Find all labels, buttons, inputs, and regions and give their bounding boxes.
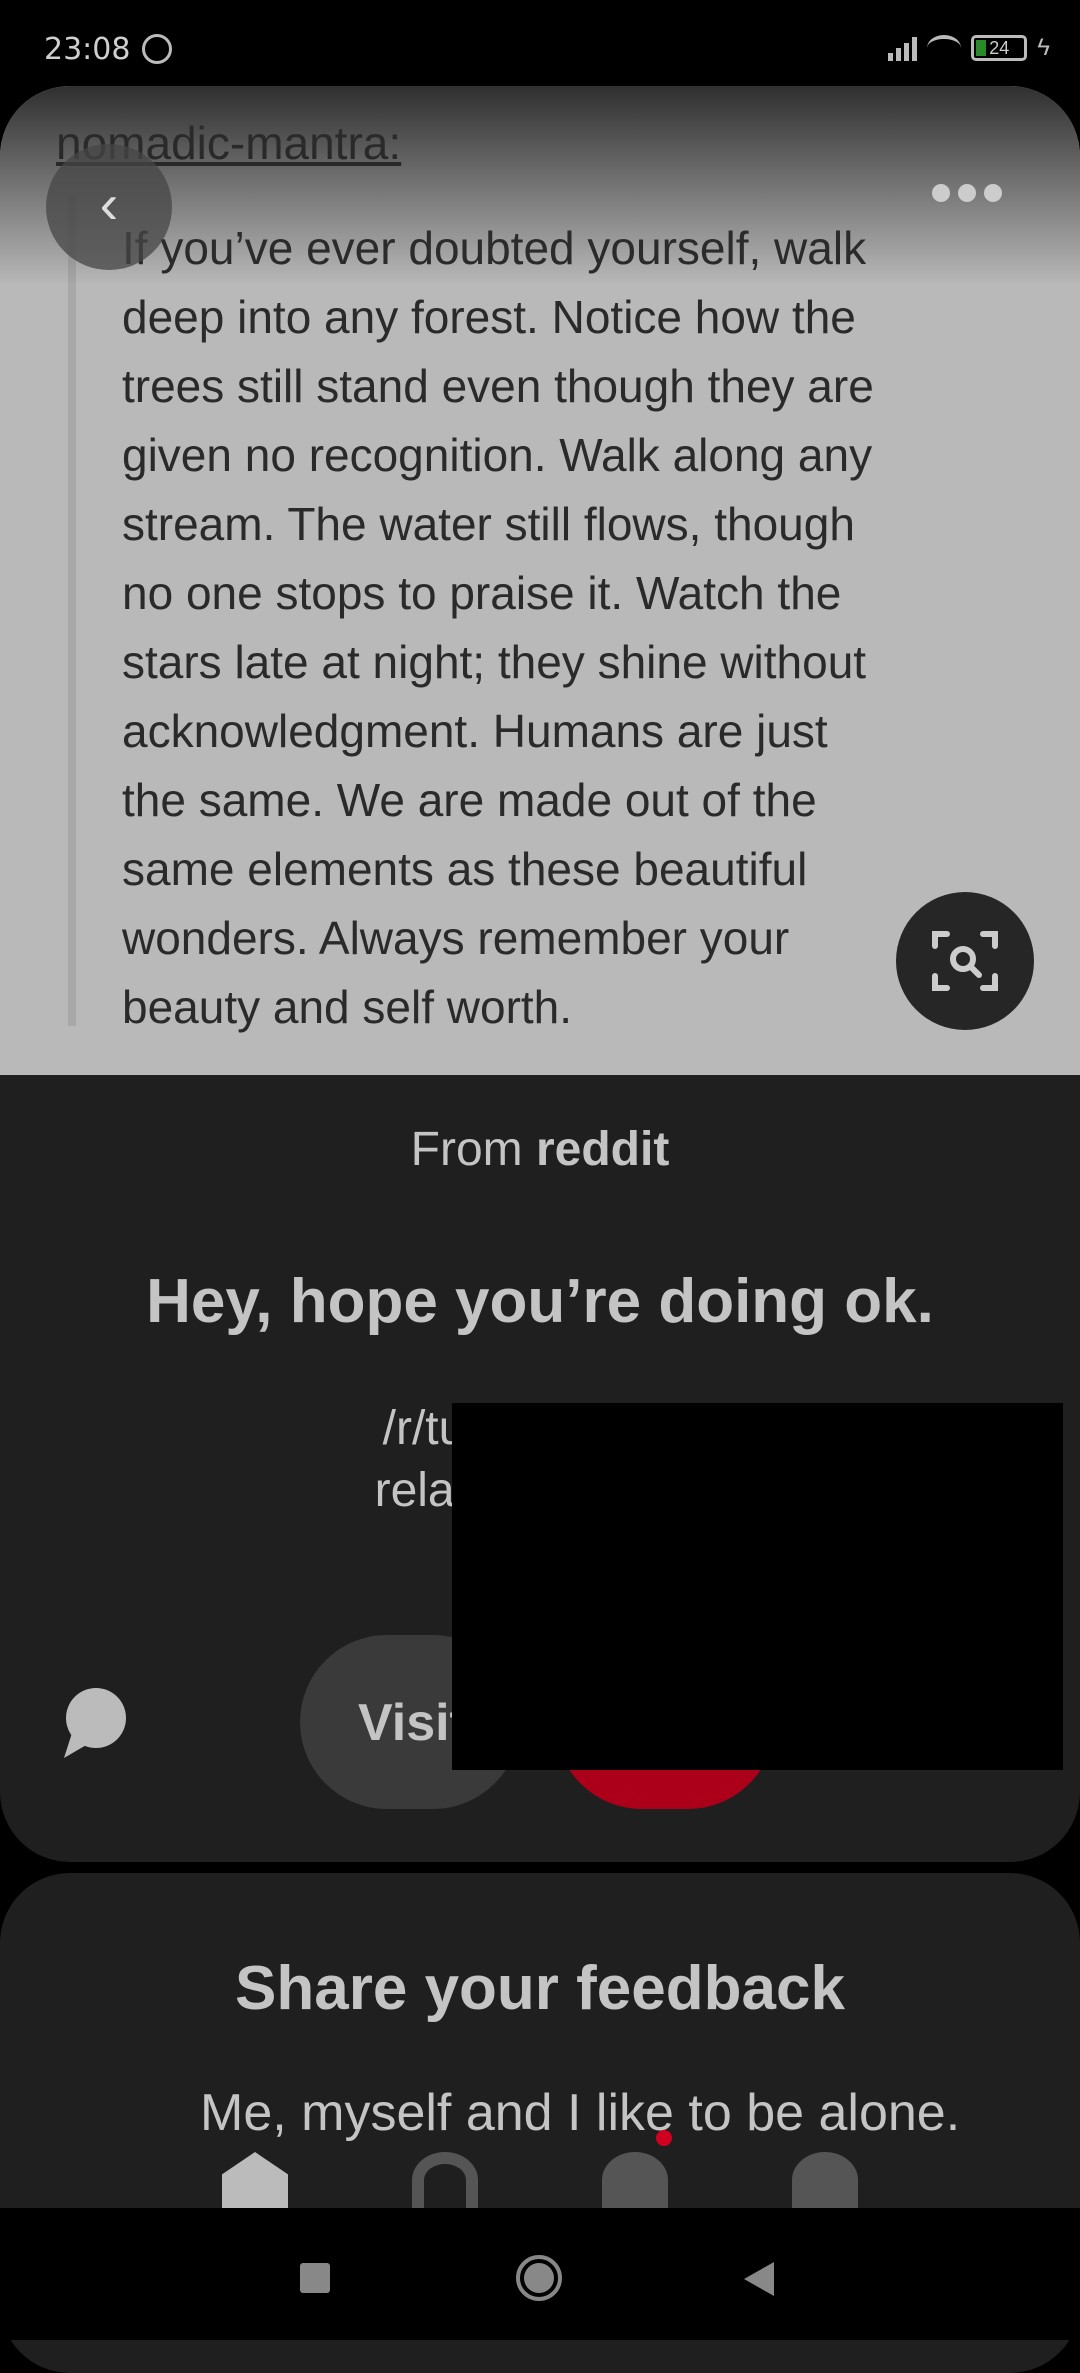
feedback-title: Share your feedback [235, 1954, 845, 2023]
system-nav-bar [0, 2208, 1080, 2340]
notification-dot [656, 2130, 672, 2146]
pin-card: nomadic-mantra: If you’ve ever doubted y… [0, 86, 1080, 1862]
source-label: From reddit [410, 1123, 670, 1176]
status-bar: 23:08 24 ϟ [0, 0, 1080, 86]
comment-icon [64, 1688, 126, 1758]
recents-button[interactable] [300, 2263, 330, 2293]
pin-quote: If you’ve ever doubted yourself, walk dee… [122, 222, 874, 1033]
comment-button[interactable] [60, 1688, 126, 1763]
search-icon[interactable] [412, 2152, 478, 2208]
charging-icon: ϟ [1037, 34, 1050, 61]
signal-icon [888, 35, 918, 61]
messages-icon[interactable] [602, 2130, 672, 2208]
alarm-icon [142, 34, 172, 64]
chevron-left-icon: ‹ [99, 172, 119, 235]
back-nav-button[interactable] [744, 2262, 774, 2296]
quote-bar [68, 196, 76, 1026]
home-button[interactable] [516, 2255, 562, 2301]
status-time: 23:08 [44, 32, 131, 67]
bottom-tab-bar [160, 2130, 920, 2208]
battery-icon: 24 [971, 35, 1028, 61]
home-icon[interactable] [222, 2152, 288, 2208]
wifi-icon [927, 35, 962, 61]
feedback-text: Me, myself and I like to be alone. [200, 2084, 961, 2141]
lens-search-icon [932, 931, 998, 991]
profile-avatar[interactable] [792, 2152, 858, 2208]
more-options-button[interactable] [932, 184, 1002, 202]
redacted-region [452, 1403, 1063, 1770]
back-button[interactable]: ‹ [46, 144, 172, 270]
visual-search-button[interactable] [896, 892, 1034, 1030]
pin-title: Hey, hope you’re doing ok. [146, 1267, 934, 1336]
source-link[interactable]: reddit [536, 1123, 669, 1176]
